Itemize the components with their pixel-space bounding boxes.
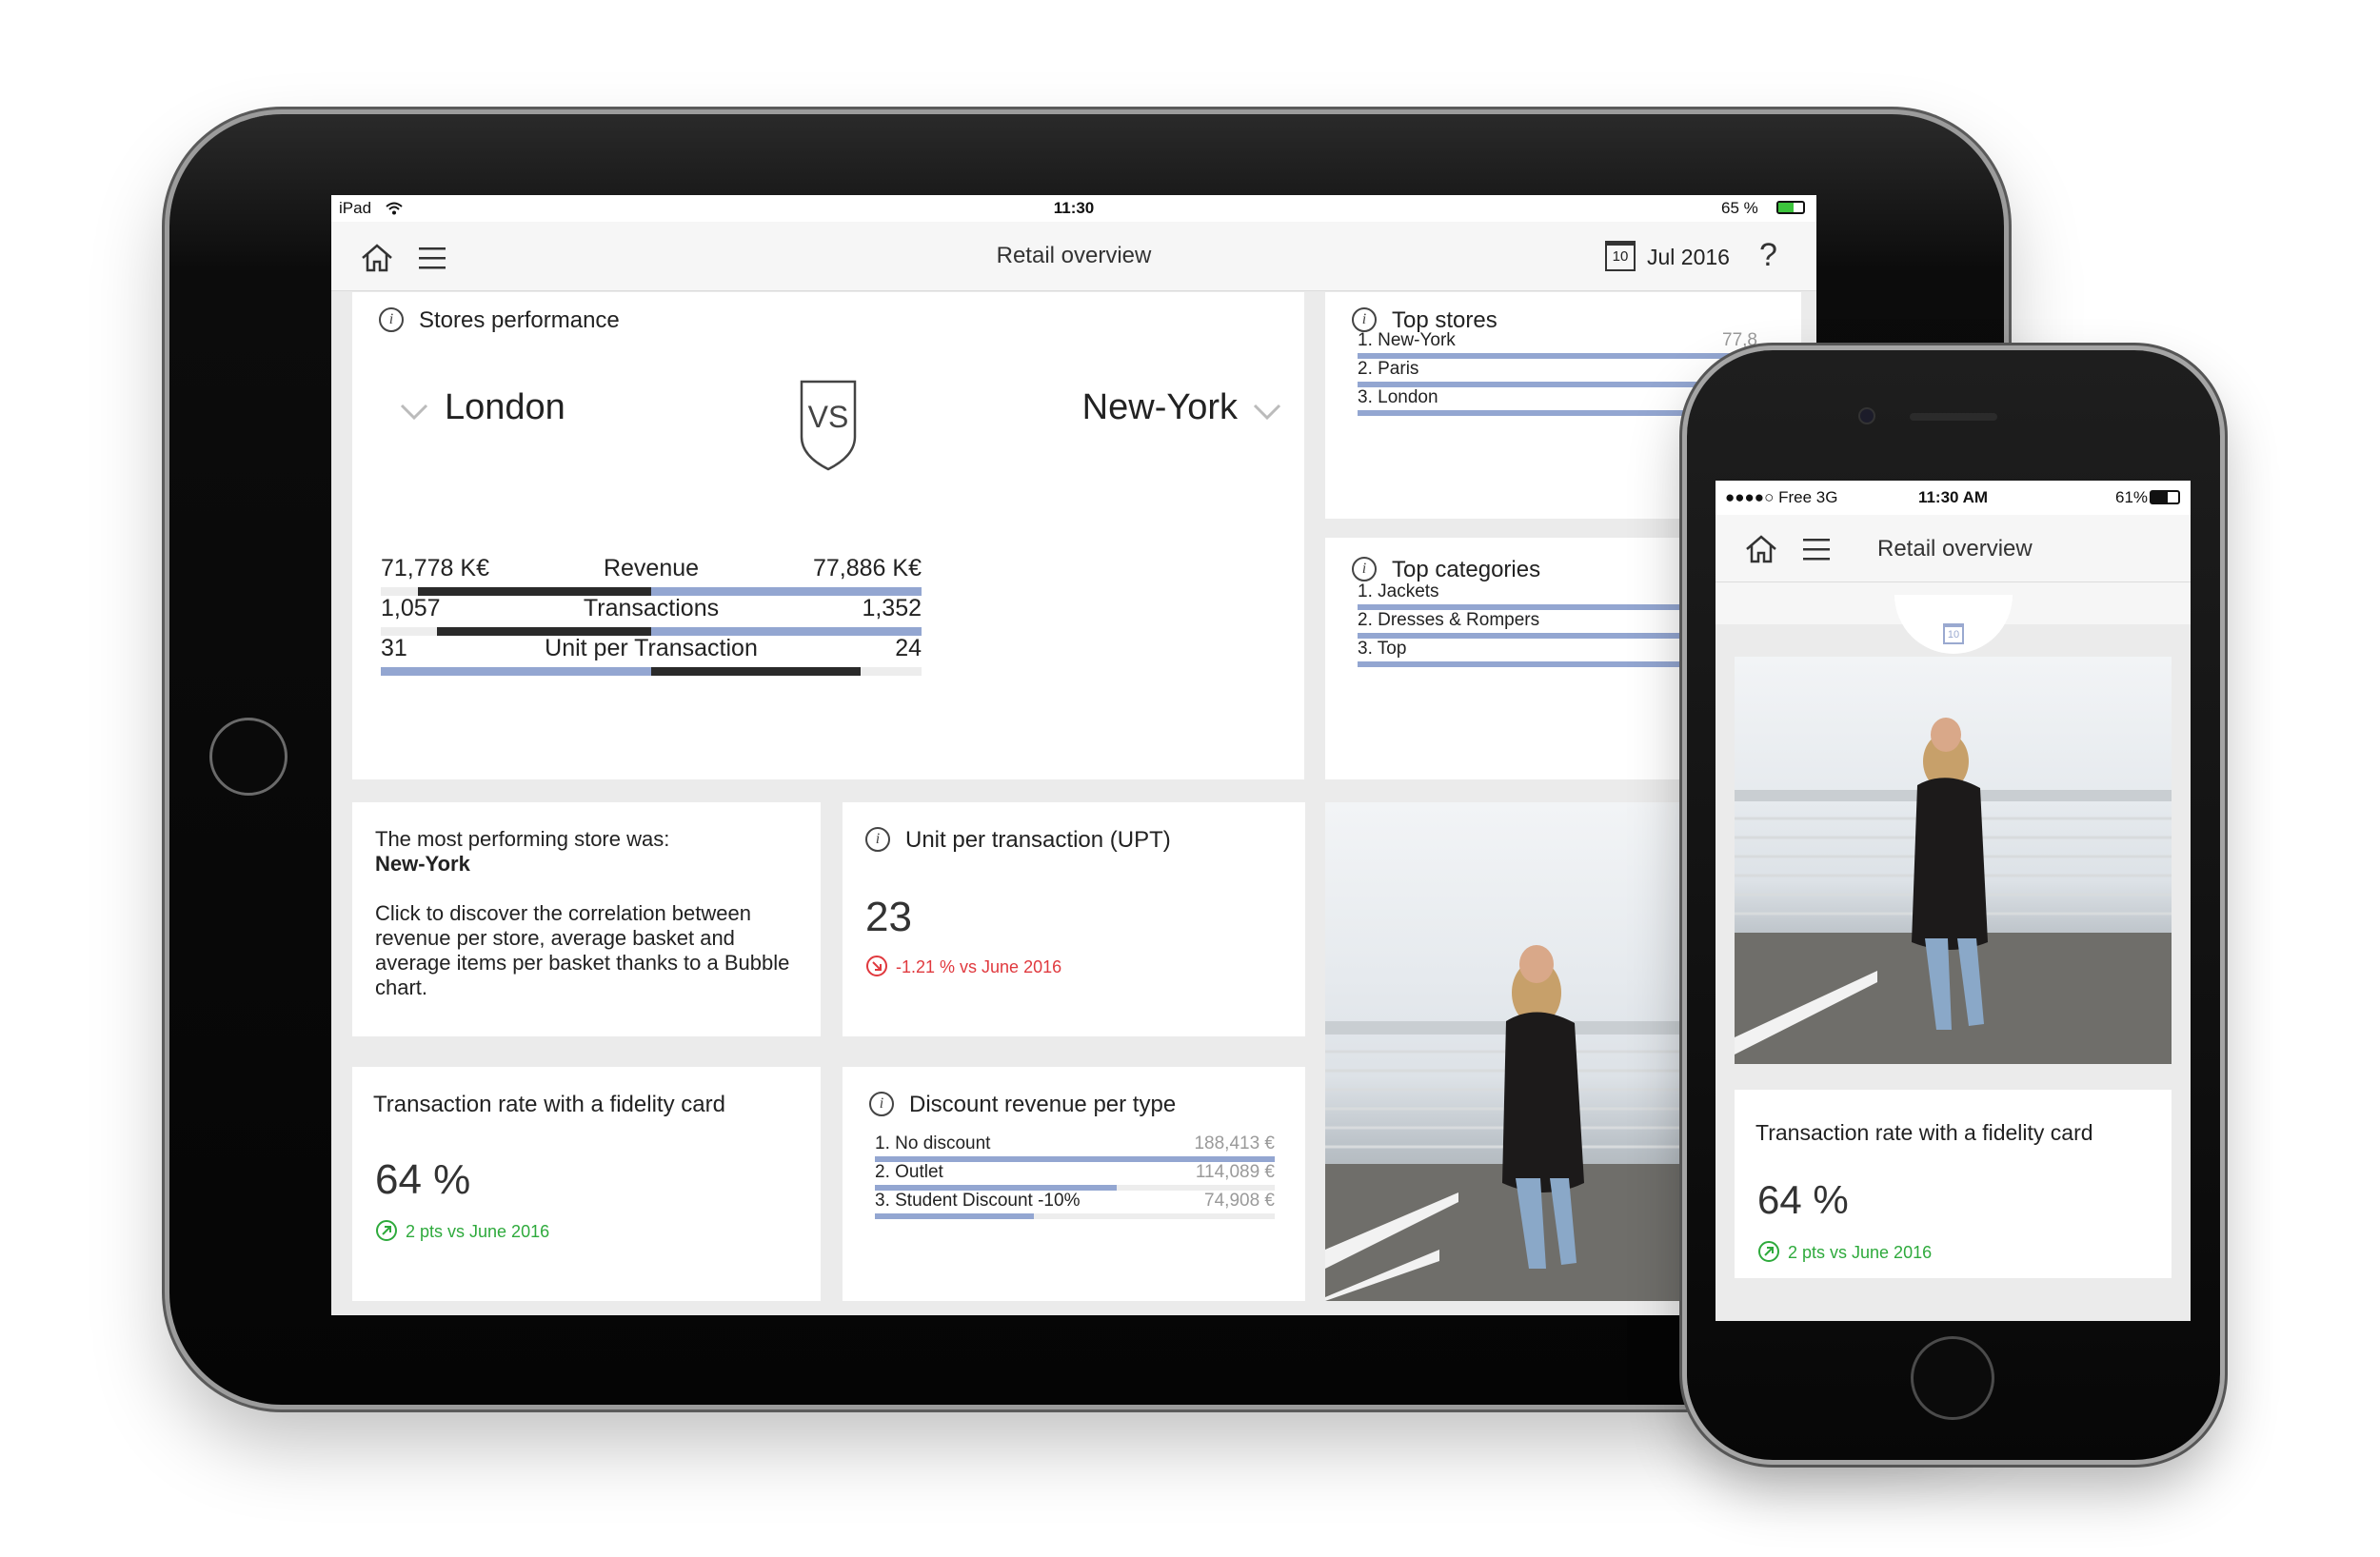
card-title: Discount revenue per type [909,1092,1177,1117]
list-item-bar-fill [1358,633,1737,639]
page-title: Retail overview [996,243,1152,268]
card-title: Unit per transaction (UPT) [905,827,1171,853]
list-item-bar [875,1213,1275,1219]
card-title: Transaction rate with a fidelity card [373,1092,725,1117]
upt-delta: -1.21 % vs June 2016 [896,957,1062,976]
fidelity-delta: 2 pts vs June 2016 [1788,1243,1933,1262]
metric-right-value: 77,886 K€ [813,555,922,581]
ipad-status-bar: iPad 11:30 65 % [331,195,1816,222]
iphone-camera [1858,407,1875,424]
trend-up-icon [376,1220,397,1241]
fidelity-value: 64 % [1757,1177,1849,1222]
card-title: Top categories [1392,557,1541,582]
list-item-value: 77,8 [1722,330,1757,350]
menu-icon[interactable] [1801,536,1832,562]
metric-right-value: 1,352 [862,595,922,621]
stores-performance-card[interactable]: i Stores performance London VS New-York … [352,292,1304,779]
battery-percent: 65 % [1721,199,1758,217]
list-item-value: 74,908 € [1204,1191,1275,1211]
home-icon[interactable] [1744,534,1778,564]
date-selector[interactable]: Jul 2016 [1647,245,1730,270]
list-item-label: 2. Paris [1358,359,1419,379]
fidelity-card[interactable]: Transaction rate with a fidelity card 64… [352,1067,821,1301]
metric-bar [381,667,922,676]
trend-down-icon [866,956,887,976]
upt-value: 23 [865,894,912,940]
list-item-label: 2. Dresses & Rompers [1358,610,1540,630]
most-performing-description[interactable]: Click to discover the correlation betwee… [375,901,794,1000]
most-performing-store: New-York [375,852,470,876]
info-icon[interactable]: i [869,1092,894,1116]
help-icon[interactable]: ? [1759,237,1777,274]
info-icon[interactable]: i [379,307,404,332]
calendar-tab[interactable]: 10 [1894,595,2013,654]
lifestyle-photo[interactable] [1735,657,2172,1064]
page-title: Retail overview [1877,536,2033,562]
list-item-value: 188,413 € [1194,1133,1275,1153]
info-icon[interactable]: i [1352,307,1377,332]
battery-icon [1776,201,1805,214]
ipad-home-button[interactable] [209,718,288,796]
battery-percent: 61% [2115,488,2149,506]
trend-up-icon [1758,1241,1779,1262]
chevron-down-icon[interactable] [400,403,428,422]
metric-right-value: 24 [895,635,922,661]
list-item-label: 3. Top [1358,639,1407,659]
discount-card[interactable]: i Discount revenue per type 1. No discou… [843,1067,1305,1301]
upt-card[interactable]: i Unit per transaction (UPT) 23 -1.21 % … [843,802,1305,1036]
left-store-selector[interactable]: London [445,387,565,428]
calendar-icon[interactable]: 10 [1943,623,1964,644]
vs-label: VS [808,400,849,434]
right-store-selector[interactable]: New-York [962,387,1238,428]
calendar-icon[interactable]: 10 [1605,241,1636,271]
ipad-screen: iPad 11:30 65 % Retail overview 10 Jul 2… [331,195,1816,1315]
list-item-bar-fill [1358,661,1717,667]
iphone-app-bar: Retail overview [1716,515,2191,582]
iphone-screen: ●●●●○ Free 3G 11:30 AM 61% Retail overvi… [1716,481,2191,1321]
card-title: Stores performance [419,307,620,333]
metric-bar-left [381,667,651,676]
fidelity-delta: 2 pts vs June 2016 [406,1222,550,1241]
status-time: 11:30 [1053,199,1095,217]
chevron-down-icon[interactable] [1253,403,1281,422]
iphone-speaker [1910,413,1997,421]
card-title: Transaction rate with a fidelity card [1755,1120,2093,1145]
list-item-value: 114,089 € [1195,1162,1275,1182]
list-item-bar-fill [1358,410,1717,416]
iphone-home-button[interactable] [1911,1336,1994,1420]
info-icon[interactable]: i [1352,557,1377,581]
photo-illustration [1735,718,2172,1064]
metric-bar-right [651,667,861,676]
ipad-app-bar: Retail overview 10 Jul 2016 ? [331,222,1816,291]
iphone-status-bar: ●●●●○ Free 3G 11:30 AM 61% [1716,481,2191,515]
most-performing-intro: The most performing store was: [375,827,670,851]
list-item-bar-fill [875,1213,1035,1219]
most-performing-card[interactable]: The most performing store was: New-York … [352,802,821,1036]
calendar-day: 10 [1612,248,1629,265]
calendar-day: 10 [1947,629,1960,641]
info-icon[interactable]: i [865,827,890,852]
list-item-label: 3. London [1358,387,1438,407]
list-item-label: 1. Jackets [1358,581,1439,601]
fidelity-value: 64 % [375,1156,471,1203]
vs-shield-icon: VS [800,380,857,471]
battery-icon [2150,490,2180,504]
fidelity-card[interactable]: Transaction rate with a fidelity card 64… [1735,1090,2172,1278]
